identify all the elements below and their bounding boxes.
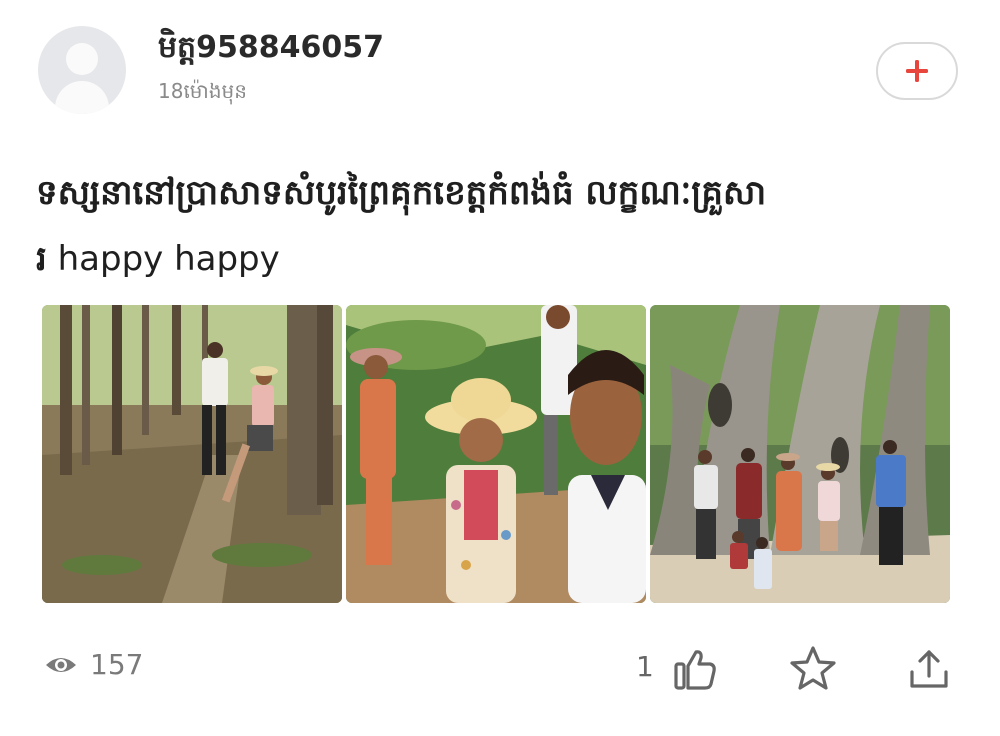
post-title-km-line2: រ xyxy=(36,239,47,279)
photo-grid xyxy=(42,305,950,603)
view-count: 157 xyxy=(44,648,143,681)
favorite-button[interactable] xyxy=(786,642,840,696)
plus-icon xyxy=(906,60,928,82)
share-button[interactable] xyxy=(902,642,956,696)
like-count: 1 xyxy=(636,650,654,683)
like-button[interactable] xyxy=(668,642,722,696)
post-card: មិត្ត958846057 18ម៉ោងមុន ទស្សនានៅប្រាសាទ… xyxy=(0,0,1000,736)
photo-family-tree[interactable] xyxy=(650,305,950,603)
avatar-head-shape xyxy=(66,43,98,75)
photo-forest-path[interactable] xyxy=(42,305,342,603)
username[interactable]: មិត្ត958846057 xyxy=(158,28,384,72)
avatar[interactable] xyxy=(38,26,126,114)
post-time: 18ម៉ោងមុន xyxy=(158,79,247,103)
post-title-en: happy happy xyxy=(46,239,280,279)
share-icon xyxy=(910,650,948,688)
thumbs-up-icon xyxy=(674,650,716,690)
avatar-body-shape xyxy=(55,81,109,114)
post-title[interactable]: ទស្សនានៅប្រាសាទសំបូរព្រៃគុកខេត្តកំពង់ធំ … xyxy=(36,160,966,292)
view-count-value: 157 xyxy=(90,648,144,681)
star-icon xyxy=(790,646,836,690)
post-footer: 157 1 xyxy=(0,640,1000,700)
photo-group-selfie[interactable] xyxy=(346,305,646,603)
follow-button[interactable] xyxy=(876,42,958,100)
eye-icon xyxy=(46,657,76,672)
post-title-km: ទស្សនានៅប្រាសាទសំបូរព្រៃគុកខេត្តកំពង់ធំ … xyxy=(36,173,767,213)
